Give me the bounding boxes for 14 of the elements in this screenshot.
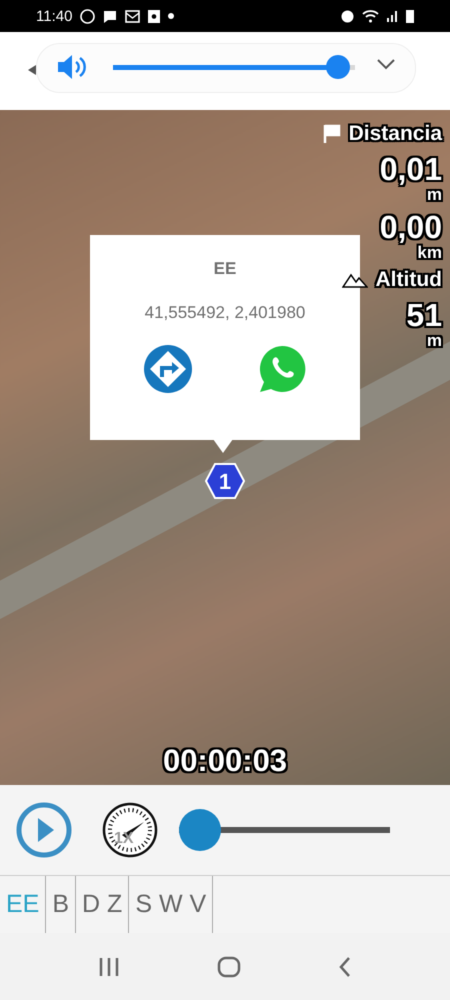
waypoint-marker[interactable]: 1 — [205, 463, 245, 499]
altitude-unit: m — [426, 332, 442, 350]
popup-title: EE — [214, 259, 236, 279]
altitude-label: Altitud — [376, 268, 442, 292]
distance-unit: m — [426, 186, 442, 204]
status-time: 11:40 — [36, 8, 72, 24]
popup-coordinates: 41,555492, 2,401980 — [144, 303, 306, 323]
elapsed-time: 00:00:03 — [162, 743, 288, 779]
distance-value: 0,01 — [380, 152, 442, 186]
distance-unit: km — [417, 244, 442, 262]
speed-button[interactable]: 1X — [102, 802, 158, 858]
altitude-value: 51 — [406, 298, 442, 332]
distance-value: 0,00 — [380, 210, 442, 244]
distance-label: Distancia — [348, 122, 442, 146]
